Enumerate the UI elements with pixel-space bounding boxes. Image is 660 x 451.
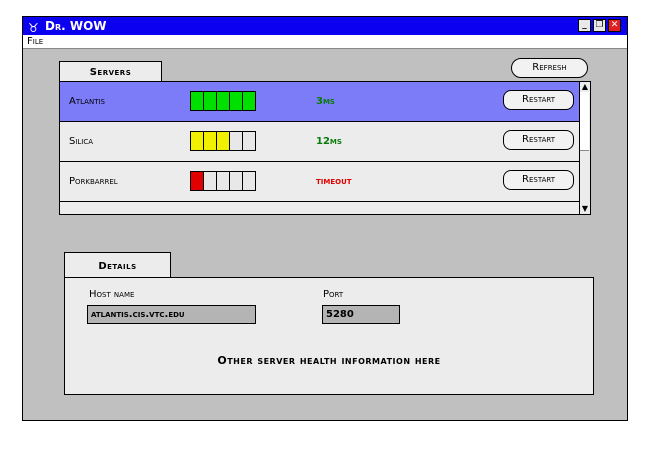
details-panel: Host name atlantis.cis.vtc.edu Port 5280…: [64, 277, 594, 395]
server-list: Atlantis 3ms Restart Silica 12ms Restart: [59, 81, 591, 215]
health-segment: [203, 171, 217, 191]
server-row-porkbarrel[interactable]: Porkbarrel timeout Restart: [60, 162, 582, 202]
restart-button[interactable]: Restart: [503, 170, 574, 190]
health-segment: [242, 131, 256, 151]
health-bar: [190, 131, 256, 151]
server-name: Porkbarrel: [69, 176, 118, 187]
menu-bar: File: [23, 35, 627, 49]
health-segment: [229, 91, 243, 111]
scroll-down-arrow-icon[interactable]: ▼: [580, 204, 590, 214]
host-name-field[interactable]: atlantis.cis.vtc.edu: [87, 305, 256, 324]
health-info-text: Other server health information here: [217, 354, 441, 367]
health-segment: [242, 171, 256, 191]
latency-value: timeout: [316, 176, 352, 187]
health-segment: [203, 91, 217, 111]
tab-details[interactable]: Details: [64, 252, 171, 278]
vertical-scrollbar[interactable]: ▲ ▼: [579, 82, 590, 214]
close-button[interactable]: ✕: [608, 19, 621, 32]
scroll-thumb[interactable]: [580, 92, 589, 151]
restart-button[interactable]: Restart: [503, 90, 574, 110]
health-segment: [242, 91, 256, 111]
health-segment: [190, 171, 204, 191]
port-field[interactable]: 5280: [322, 305, 400, 324]
minimize-button[interactable]: _: [578, 19, 591, 32]
server-name: Silica: [69, 136, 94, 147]
health-bar: [190, 171, 256, 191]
title-bar[interactable]: ♉ Dr. WOW _ ❐ ✕: [23, 17, 627, 35]
health-segment: [190, 91, 204, 111]
health-bar: [190, 91, 256, 111]
health-segment: [190, 131, 204, 151]
restart-button[interactable]: Restart: [503, 130, 574, 150]
health-segment: [203, 131, 217, 151]
health-segment: [216, 171, 230, 191]
menu-file[interactable]: File: [27, 35, 43, 48]
server-row-silica[interactable]: Silica 12ms Restart: [60, 122, 582, 162]
refresh-button[interactable]: Refresh: [511, 58, 588, 78]
host-name-label: Host name: [89, 289, 135, 300]
health-segment: [216, 131, 230, 151]
maximize-button[interactable]: ❐: [593, 19, 606, 32]
health-segment: [229, 171, 243, 191]
health-segment: [229, 131, 243, 151]
latency-value: 3ms: [316, 96, 335, 107]
tab-servers[interactable]: Servers: [59, 61, 162, 82]
server-name: Atlantis: [69, 96, 105, 107]
port-label: Port: [323, 289, 344, 300]
app-window: ♉ Dr. WOW _ ❐ ✕ File Servers Refresh Atl…: [22, 16, 628, 421]
health-segment: [216, 91, 230, 111]
window-title: Dr. WOW: [45, 19, 107, 33]
server-row-atlantis[interactable]: Atlantis 3ms Restart: [60, 82, 582, 122]
scroll-up-arrow-icon[interactable]: ▲: [580, 82, 590, 92]
latency-value: 12ms: [316, 136, 342, 147]
